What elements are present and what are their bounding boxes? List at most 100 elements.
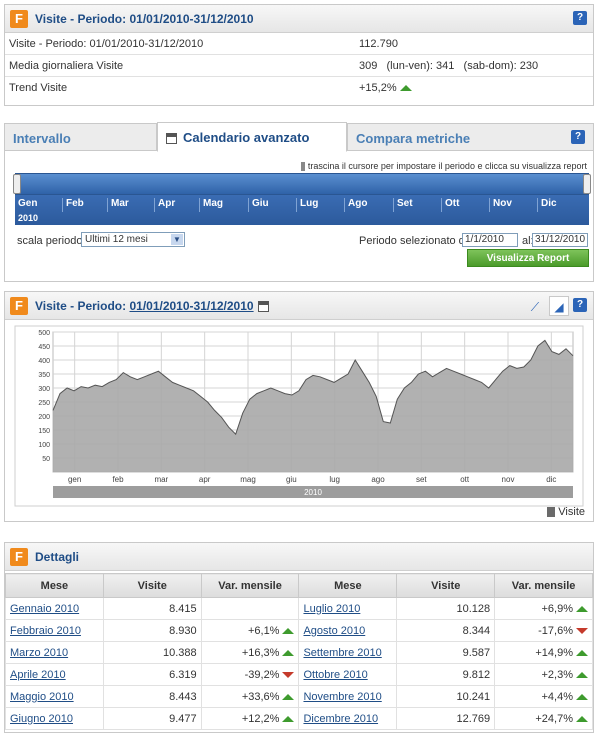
month-link[interactable]: Gennaio 2010: [5, 597, 104, 620]
details-body: Gennaio 2010 8.415 Luglio 2010 10.128 +6,9% F…: [5, 597, 593, 730]
help-icon[interactable]: ?: [573, 298, 587, 312]
app-logo-icon: F: [10, 548, 28, 566]
var-value: +12,2%: [241, 712, 280, 725]
var-value: -39,2%: [244, 668, 280, 681]
var-cell: [200, 597, 300, 620]
arrow-down-icon: [576, 627, 588, 634]
period-tabs: Intervallo Calendario avanzato Compara m…: [4, 122, 594, 282]
x-tick-label: mag: [240, 475, 256, 484]
timeline-month[interactable]: Apr: [154, 198, 175, 212]
month-link[interactable]: Maggio 2010: [5, 685, 104, 708]
period-label: Periodo selezionato dal:: [359, 235, 477, 247]
var-value: +14,9%: [535, 646, 573, 659]
chevron-down-icon[interactable]: ▼: [171, 234, 183, 245]
legend-swatch: [547, 507, 556, 518]
var-value: +4,4%: [541, 690, 574, 703]
timeline-month[interactable]: Mar: [107, 198, 129, 212]
month-link[interactable]: Giugno 2010: [5, 707, 104, 730]
visits-cell: 8.930: [102, 619, 202, 642]
timeline-month[interactable]: Gen: [15, 198, 37, 212]
timeline-month[interactable]: Dic: [537, 198, 557, 212]
var-cell: +16,3%: [200, 641, 300, 664]
details-header-row: Mese Visite Var. mensile Mese Visite Var…: [5, 573, 593, 598]
col-mese: Mese: [298, 573, 398, 598]
summary-row-value: 112.790: [359, 38, 398, 50]
timeline-start-handle[interactable]: [13, 174, 21, 194]
y-tick-label: 350: [38, 372, 50, 379]
month-link[interactable]: Febbraio 2010: [5, 619, 104, 642]
calendar-icon[interactable]: [257, 301, 269, 313]
arrow-down-icon: [282, 671, 295, 678]
y-tick-label: 100: [38, 442, 50, 449]
timeline-month[interactable]: Set: [393, 198, 413, 212]
visits-cell: 10.241: [396, 685, 496, 708]
scale-select-value: Ultimi 12 mesi: [85, 234, 148, 245]
var-cell: -39,2%: [200, 663, 300, 686]
help-icon[interactable]: ?: [573, 11, 587, 25]
var-value: +6,1%: [247, 624, 280, 637]
x-tick-label: mar: [154, 475, 168, 484]
visits-cell: 9.812: [396, 663, 496, 686]
var-cell: +2,3%: [494, 663, 593, 686]
timeline-month[interactable]: Ago: [344, 198, 367, 212]
month-link[interactable]: Settembre 2010: [298, 641, 398, 664]
table-row: Maggio 2010 8.443 +33,6% Novembre 2010 10.24…: [5, 685, 593, 708]
scale-select[interactable]: Ultimi 12 mesi ▼: [81, 232, 185, 247]
line-chart-icon[interactable]: ⟋: [525, 297, 545, 317]
month-link[interactable]: Marzo 2010: [5, 641, 104, 664]
timeline-month[interactable]: Nov: [489, 198, 512, 212]
timeline-track[interactable]: [15, 173, 589, 195]
var-cell: +24,7%: [494, 707, 593, 730]
y-tick-label: 500: [38, 330, 50, 337]
month-link[interactable]: Luglio 2010: [298, 597, 398, 620]
var-value: -17,6%: [538, 624, 573, 637]
chart-header: F Visite - Periodo: 01/01/2010-31/12/201…: [5, 292, 593, 320]
col-var: Var. mensile: [200, 573, 300, 598]
tab-calendario-avanzato[interactable]: Calendario avanzato: [157, 122, 347, 152]
scale-label: scala periodo:: [17, 235, 86, 247]
tab-label: Intervallo: [13, 131, 71, 146]
timeline-year: 2010: [18, 213, 39, 223]
chart-legend: Visite: [547, 506, 585, 518]
month-link[interactable]: Aprile 2010: [5, 663, 104, 686]
timeline-month[interactable]: Lug: [296, 198, 318, 212]
timeline-end-handle[interactable]: [583, 174, 591, 194]
arrow-up-icon: [576, 693, 588, 700]
date-from-value: 1/1/2010: [465, 234, 504, 245]
summary-row-label: Media giornaliera Visite: [9, 60, 124, 72]
month-link[interactable]: Novembre 2010: [298, 685, 398, 708]
chart-panel: F Visite - Periodo: 01/01/2010-31/12/201…: [4, 291, 594, 522]
visualizza-report-button[interactable]: Visualizza Report: [467, 249, 589, 267]
tab-intervallo[interactable]: Intervallo: [4, 123, 157, 152]
table-row: Marzo 2010 10.388 +16,3% Settembre 2010 9.58…: [5, 641, 593, 664]
summary-panel: F Visite - Periodo: 01/01/2010-31/12/201…: [4, 4, 594, 106]
arrow-up-icon: [576, 671, 588, 678]
chart-title: Visite - Periodo: 01/01/2010-31/12/2010: [35, 299, 269, 313]
x-tick-label: ago: [371, 475, 385, 484]
x-tick-label: set: [416, 475, 427, 484]
y-tick-label: 400: [38, 358, 50, 365]
arrow-up-icon: [282, 627, 295, 634]
summary-title: Visite - Periodo: 01/01/2010-31/12/2010: [35, 12, 254, 26]
timeline-month[interactable]: Feb: [62, 198, 84, 212]
timeline-month[interactable]: Mag: [199, 198, 223, 212]
table-row: Giugno 2010 9.477 +12,2% Dicembre 2010 12.76…: [5, 707, 593, 730]
area-chart-icon[interactable]: ◢: [549, 296, 569, 316]
details-table: Mese Visite Var. mensile Mese Visite Var…: [5, 573, 593, 730]
x-tick-label: apr: [199, 475, 211, 484]
timeline-slider[interactable]: Gen Feb Mar Apr Mag Giu Lug Ago Set Ott …: [13, 173, 591, 225]
tab-compara-metriche[interactable]: Compara metriche?: [347, 123, 594, 152]
month-link[interactable]: Dicembre 2010: [298, 707, 398, 730]
help-icon[interactable]: ?: [571, 130, 585, 144]
col-mese: Mese: [5, 573, 104, 598]
chart-title-period[interactable]: 01/01/2010-31/12/2010: [129, 299, 253, 313]
date-from-input[interactable]: 1/1/2010: [462, 233, 518, 247]
y-tick-label: 200: [38, 414, 50, 421]
table-row: Febbraio 2010 8.930 +6,1% Agosto 2010 8.344 -…: [5, 619, 593, 642]
date-to-input[interactable]: 31/12/2010: [532, 233, 588, 247]
tab-label: Calendario avanzato: [183, 130, 310, 145]
timeline-month[interactable]: Ott: [441, 198, 459, 212]
month-link[interactable]: Agosto 2010: [298, 619, 398, 642]
timeline-month[interactable]: Giu: [248, 198, 269, 212]
month-link[interactable]: Ottobre 2010: [298, 663, 398, 686]
